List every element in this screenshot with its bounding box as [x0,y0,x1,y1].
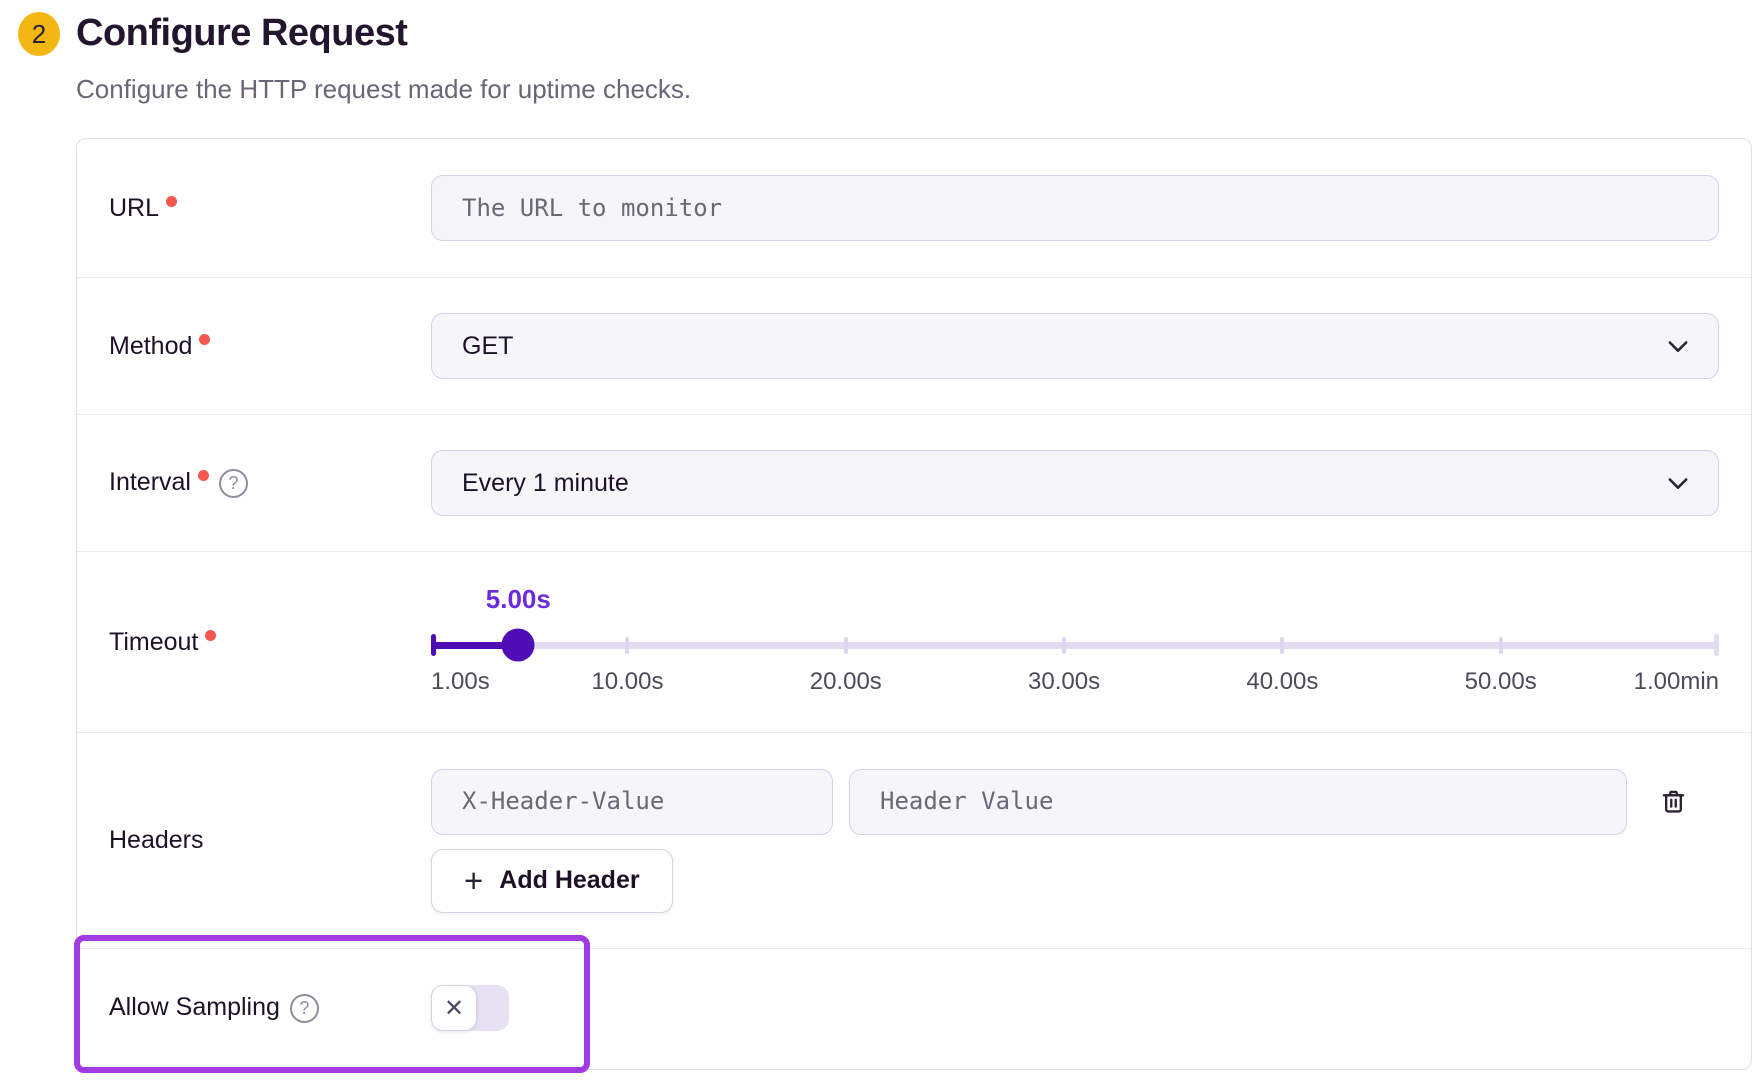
plus-icon: + [464,864,483,897]
timeout-label: Timeout [109,628,431,657]
help-icon[interactable]: ? [219,469,248,498]
add-header-button[interactable]: + Add Header [431,849,673,913]
interval-select-value: Every 1 minute [462,469,629,498]
config-panel: URL Method GET Interval ? [76,138,1752,1070]
timeout-tick-label: 30.00s [1028,668,1100,696]
method-label-text: Method [109,332,192,361]
interval-label-text: Interval [109,468,191,497]
timeout-slider[interactable]: 5.00s 1.00s 10.00s 20.00s 30.00s 40.00s … [431,582,1719,702]
allow-sampling-label: Allow Sampling ? [109,993,431,1023]
timeout-tick-label: 40.00s [1246,668,1318,696]
timeout-slider-rail[interactable] [431,642,1719,649]
timeout-slider-thumb[interactable] [502,629,535,662]
form-row-headers: Headers [77,732,1751,948]
form-row-interval: Interval ? Every 1 minute [77,414,1751,551]
timeout-tick-label: 20.00s [810,668,882,696]
add-header-button-label: Add Header [499,866,639,895]
headers-label-text: Headers [109,826,204,855]
step-badge: 2 [18,12,60,56]
allow-sampling-label-text: Allow Sampling [109,993,280,1022]
timeout-label-text: Timeout [109,628,198,657]
trash-icon [1660,788,1687,815]
headers-label: Headers [109,826,431,855]
header-value-input[interactable] [849,769,1627,835]
timeout-rail-tick [625,637,629,654]
url-label: URL [109,194,431,223]
chevron-down-icon [1664,332,1692,360]
method-label: Method [109,332,431,361]
required-indicator [199,334,210,345]
timeout-tick-labels: 1.00s 10.00s 20.00s 30.00s 40.00s 50.00s… [431,668,1719,698]
page-title: Configure Request [76,12,407,55]
header-row [431,769,1719,835]
method-select[interactable]: GET [431,313,1719,379]
allow-sampling-toggle[interactable]: ✕ [431,985,509,1031]
required-indicator [205,630,216,641]
timeout-value: 5.00s [486,584,551,615]
toggle-knob: ✕ [431,985,477,1031]
header-name-input[interactable] [431,769,833,835]
page-subtitle: Configure the HTTP request made for upti… [76,74,691,105]
x-icon: ✕ [444,994,464,1023]
chevron-down-icon [1664,469,1692,497]
timeout-rail-tick [1062,637,1066,654]
required-indicator [198,470,209,481]
timeout-tick-label: 10.00s [591,668,663,696]
form-row-method: Method GET [77,277,1751,414]
form-row-allow-sampling: Allow Sampling ? ✕ [77,948,1751,1067]
timeout-rail-end-cap [1714,634,1719,656]
timeout-tick-label: 1.00min [1634,668,1719,696]
form-row-timeout: Timeout 5.00s 1.00s 10.00s 20.00s [77,551,1751,732]
help-icon[interactable]: ? [290,994,319,1023]
delete-header-button[interactable] [1627,769,1719,835]
url-label-text: URL [109,194,159,223]
timeout-rail-tick [844,637,848,654]
required-indicator [166,196,177,207]
method-select-value: GET [462,332,513,361]
url-input[interactable] [431,175,1719,241]
timeout-tick-label: 1.00s [431,668,490,696]
timeout-rail-tick [1499,637,1503,654]
interval-label: Interval ? [109,468,431,498]
timeout-tick-label: 50.00s [1465,668,1537,696]
timeout-rail-tick [1280,637,1284,654]
form-row-url: URL [77,139,1751,277]
interval-select[interactable]: Every 1 minute [431,450,1719,516]
